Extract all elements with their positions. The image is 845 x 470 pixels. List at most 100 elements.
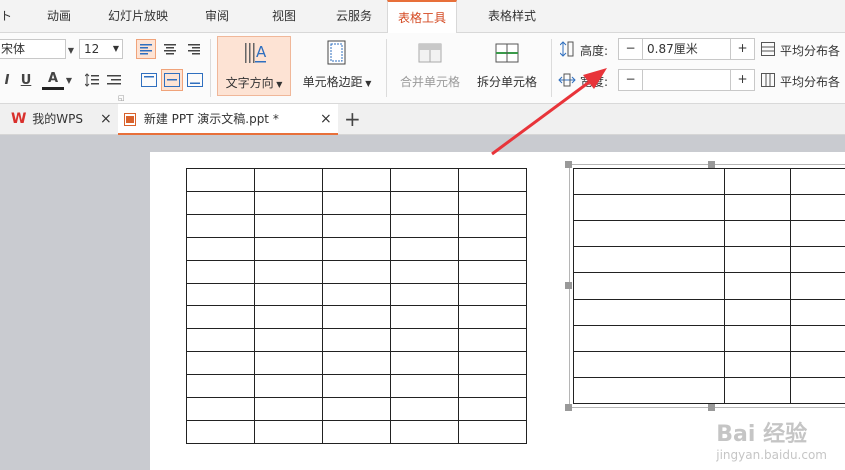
table-cell[interactable] <box>458 190 527 215</box>
valign-top-icon[interactable] <box>139 70 159 90</box>
menu-tab-animation[interactable]: 动画 <box>38 0 80 33</box>
table-cell[interactable] <box>390 328 459 353</box>
italic-icon[interactable]: I <box>0 70 14 90</box>
table-cell[interactable] <box>390 419 459 445</box>
table-cell[interactable] <box>186 190 255 215</box>
table-cell[interactable] <box>186 419 255 445</box>
row-height-decrement-button[interactable]: − <box>619 39 643 59</box>
valign-bottom-icon[interactable] <box>185 70 205 90</box>
resize-handle[interactable] <box>708 404 715 411</box>
table-cell[interactable] <box>186 213 255 238</box>
table-cell[interactable] <box>322 351 391 376</box>
font-size-select[interactable]: 12 ▼ <box>79 39 123 59</box>
distribute-columns-icon[interactable] <box>760 72 776 88</box>
distribute-rows-label[interactable]: 平均分布各 <box>780 42 840 59</box>
table-cell[interactable] <box>254 282 323 307</box>
text-direction-button[interactable]: A 文字方向 ▼ <box>217 36 291 96</box>
table-cell[interactable] <box>186 374 255 399</box>
table-cell[interactable] <box>458 282 527 307</box>
resize-handle[interactable] <box>565 282 572 289</box>
table-cell[interactable] <box>254 236 323 261</box>
menu-tab-table-tools[interactable]: 表格工具 <box>387 0 457 34</box>
table-cell[interactable] <box>254 213 323 238</box>
table-cell[interactable] <box>186 236 255 261</box>
column-width-decrement-button[interactable]: − <box>619 70 643 90</box>
table-cell[interactable] <box>322 419 391 445</box>
distribute-rows-icon[interactable] <box>760 41 776 57</box>
table-cell[interactable] <box>390 282 459 307</box>
row-height-stepper[interactable]: − 0.87厘米 + <box>618 38 755 60</box>
paragraph-spacing-icon[interactable] <box>104 70 124 90</box>
row-height-increment-button[interactable]: + <box>730 39 754 59</box>
table-cell[interactable] <box>254 351 323 376</box>
left-table[interactable] <box>186 168 527 445</box>
table-cell[interactable] <box>322 168 391 192</box>
close-icon[interactable]: × <box>320 104 332 135</box>
table-cell[interactable] <box>322 305 391 330</box>
table-cell[interactable] <box>322 259 391 284</box>
table-cell[interactable] <box>254 305 323 330</box>
font-color-chevron-icon[interactable]: ▼ <box>65 73 73 87</box>
table-cell[interactable] <box>390 168 459 192</box>
column-width-increment-button[interactable]: + <box>730 70 754 90</box>
table-cell[interactable] <box>458 328 527 353</box>
table-cell[interactable] <box>458 374 527 399</box>
font-name-chevron-icon[interactable]: ▼ <box>66 43 76 57</box>
tab-presentation[interactable]: 新建 PPT 演示文稿.ppt * × <box>118 104 338 135</box>
menu-tab-slideshow[interactable]: 幻灯片放映 <box>100 0 176 33</box>
table-cell[interactable] <box>390 305 459 330</box>
font-name-select[interactable]: 宋体 <box>0 39 66 59</box>
close-icon[interactable]: × <box>100 104 112 135</box>
table-cell[interactable] <box>322 328 391 353</box>
table-cell[interactable] <box>322 213 391 238</box>
table-cell[interactable] <box>186 305 255 330</box>
table-cell[interactable] <box>322 397 391 421</box>
table-cell[interactable] <box>186 328 255 353</box>
table-cell[interactable] <box>458 236 527 261</box>
table-cell[interactable] <box>186 397 255 421</box>
distribute-columns-label[interactable]: 平均分布各 <box>780 73 840 90</box>
table-cell[interactable] <box>322 236 391 261</box>
menu-tab-partial[interactable]: ト <box>0 0 12 33</box>
table-cell[interactable] <box>390 190 459 215</box>
table-cell[interactable] <box>186 168 255 192</box>
table-cell[interactable] <box>458 213 527 238</box>
resize-handle[interactable] <box>708 161 715 168</box>
valign-middle-icon[interactable] <box>161 69 183 91</box>
table-cell[interactable] <box>458 351 527 376</box>
table-cell[interactable] <box>322 282 391 307</box>
table-cell[interactable] <box>458 168 527 192</box>
table-cell[interactable] <box>390 397 459 421</box>
table-cell[interactable] <box>458 259 527 284</box>
font-color-icon[interactable]: A <box>42 70 64 90</box>
tab-my-wps[interactable]: W 我的WPS × <box>8 104 118 135</box>
table-cell[interactable] <box>390 236 459 261</box>
table-cell[interactable] <box>390 351 459 376</box>
table-cell[interactable] <box>390 374 459 399</box>
table-cell[interactable] <box>254 168 323 192</box>
table-cell[interactable] <box>254 419 323 445</box>
line-spacing-icon[interactable] <box>82 70 102 90</box>
table-cell[interactable] <box>254 190 323 215</box>
menu-tab-view[interactable]: 视图 <box>263 0 305 33</box>
menu-tab-cloud[interactable]: 云服务 <box>327 0 381 33</box>
align-left-icon[interactable] <box>136 39 156 59</box>
new-tab-plus-icon[interactable]: + <box>344 107 361 131</box>
cell-margin-button[interactable]: 单元格边距 ▼ <box>296 36 378 96</box>
table-cell[interactable] <box>186 282 255 307</box>
resize-handle[interactable] <box>565 161 572 168</box>
table-cell[interactable] <box>458 419 527 445</box>
split-cells-button[interactable]: 拆分单元格 <box>470 36 544 96</box>
table-cell[interactable] <box>322 374 391 399</box>
resize-handle[interactable] <box>565 404 572 411</box>
table-cell[interactable] <box>390 213 459 238</box>
menu-tab-review[interactable]: 审阅 <box>196 0 238 33</box>
table-cell[interactable] <box>390 259 459 284</box>
table-cell[interactable] <box>322 190 391 215</box>
merge-cells-button[interactable]: 合并单元格 <box>394 36 466 96</box>
menu-tab-table-style[interactable]: 表格样式 <box>472 0 552 33</box>
row-height-input[interactable]: 0.87厘米 <box>647 40 698 58</box>
table-cell[interactable] <box>458 305 527 330</box>
table-cell[interactable] <box>254 397 323 421</box>
underline-icon[interactable]: U <box>18 70 34 90</box>
